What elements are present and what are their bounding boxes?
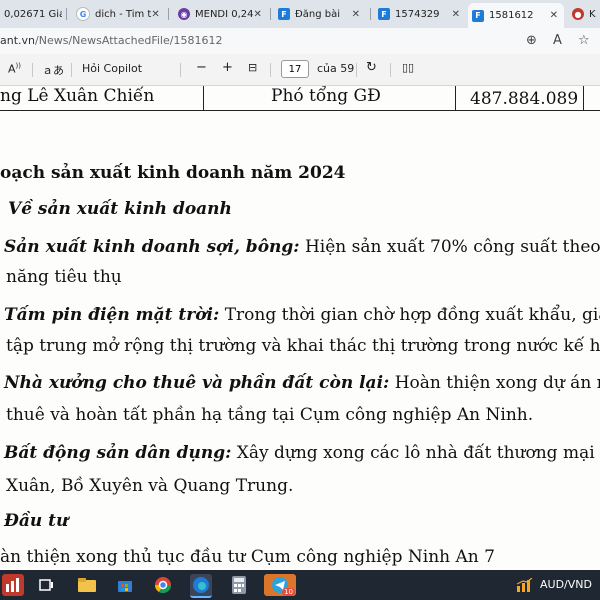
currency-widget-icon[interactable] xyxy=(516,574,534,596)
translate-button[interactable]: ａあ xyxy=(42,62,64,78)
tab-label: K xyxy=(589,8,596,20)
table-divider xyxy=(583,86,584,110)
tab-label: 0,02671 Gia xyxy=(4,8,62,20)
google-icon: G xyxy=(76,7,90,21)
store-icon[interactable] xyxy=(114,574,136,596)
tab-label: Đăng bài xyxy=(295,8,340,20)
table-divider xyxy=(203,86,204,110)
table-cell-name: ng Lê Xuân Chiến xyxy=(0,86,155,106)
page-icon: F xyxy=(378,8,390,20)
table-divider xyxy=(455,86,456,110)
site-icon: ◉ xyxy=(178,8,190,20)
app-icon[interactable] xyxy=(2,574,24,596)
tab-mendi[interactable]: ◉ MENDI 0,24 ✕ xyxy=(174,3,266,25)
paragraph-3-cont: thuê và hoàn tất phần hạ tầng tại Cụm cô… xyxy=(6,405,534,425)
paragraph-2-cont: tập trung mở rộng thị trường và khai thá… xyxy=(6,336,600,356)
url-host: ant.vn xyxy=(0,34,36,47)
read-aloud-icon[interactable]: A xyxy=(553,33,562,48)
subheading-investment: Đầu tư xyxy=(4,511,69,531)
paragraph-5-partial: àn thiện xong thủ tục đầu tư Cụm công ng… xyxy=(0,547,495,567)
site-icon: ● xyxy=(572,8,584,20)
subheading-production: Về sản xuất kinh doanh xyxy=(8,199,232,219)
page-count: của 59 xyxy=(317,62,355,75)
edge-icon[interactable] xyxy=(190,574,212,598)
section-heading: oạch sản xuất kinh doanh năm 2024 xyxy=(0,163,346,183)
page-view-icon[interactable]: ▯▯ xyxy=(402,61,414,74)
tab-1581612[interactable]: F 1581612 ✕ xyxy=(468,3,564,28)
rotate-icon[interactable]: ↻ xyxy=(366,60,377,75)
page-icon: F xyxy=(472,9,484,22)
close-icon[interactable]: ✕ xyxy=(151,9,159,20)
tab-label: MENDI 0,24 xyxy=(195,8,254,20)
paragraph-4: Bất động sản dân dụng: Xây dựng xong các… xyxy=(4,443,600,463)
read-aloud-button[interactable]: A)) xyxy=(8,62,21,76)
url-field[interactable]: ant.vn/News/NewsAttachedFile/1581612 xyxy=(0,34,222,47)
currency-widget-label[interactable]: AUD/VND xyxy=(540,578,592,591)
notification-badge: 10 xyxy=(282,588,295,596)
table-border xyxy=(0,110,600,111)
tab-1574329[interactable]: F 1574329 ✕ xyxy=(374,3,466,25)
paragraph-1: Sản xuất kinh doanh sợi, bông: Hiện sản … xyxy=(4,237,600,257)
zoom-in-button[interactable]: + xyxy=(222,60,233,75)
paragraph-4-cont: Xuân, Bồ Xuyên và Quang Trung. xyxy=(6,476,294,496)
telegram-icon[interactable]: 10 xyxy=(264,574,296,596)
browser-tab-strip: 0,02671 Gia ✕ G dich - Tim t ✕ ◉ MENDI 0… xyxy=(0,0,600,28)
zoom-out-button[interactable]: − xyxy=(196,60,207,75)
tab-label: dich - Tim t xyxy=(95,8,152,20)
task-view-icon[interactable] xyxy=(36,574,58,596)
fit-page-icon[interactable]: ⊟ xyxy=(248,61,257,74)
favorite-star-icon[interactable]: ☆ xyxy=(578,33,590,48)
pdf-page: ng Lê Xuân Chiến Phó tổng GĐ 487.884.089… xyxy=(0,86,600,570)
tab-label: 1574329 xyxy=(395,8,440,20)
paragraph-2: Tấm pin điện mặt trời: Trong thời gian c… xyxy=(4,305,600,325)
calculator-icon[interactable] xyxy=(228,574,250,596)
close-icon[interactable]: ✕ xyxy=(452,9,460,20)
paragraph-1-cont: năng tiêu thụ xyxy=(6,267,122,287)
url-path: /News/NewsAttachedFile/1581612 xyxy=(35,34,223,47)
file-explorer-icon[interactable] xyxy=(76,574,98,596)
pdf-toolbar: A)) ａあ Hỏi Copilot − + ⊟ 17 của 59 ↻ ▯▯ xyxy=(0,54,600,86)
address-bar[interactable]: ant.vn/News/NewsAttachedFile/1581612 ⊕ A… xyxy=(0,28,600,54)
tab-gia[interactable]: 0,02671 Gia ✕ xyxy=(0,3,62,25)
page-icon: F xyxy=(278,8,290,20)
chrome-icon[interactable] xyxy=(152,574,174,596)
table-cell-value: 487.884.089 xyxy=(470,89,579,109)
windows-taskbar: 10 AUD/VND xyxy=(0,570,600,600)
copilot-button[interactable]: Hỏi Copilot xyxy=(82,62,142,75)
tab-dang-bai[interactable]: F Đăng bài ✕ xyxy=(274,3,366,25)
paragraph-3: Nhà xưởng cho thuê và phần đất còn lại: … xyxy=(4,373,600,393)
close-icon[interactable]: ✕ xyxy=(550,10,558,21)
page-number-input[interactable]: 17 xyxy=(281,60,309,78)
zoom-icon[interactable]: ⊕ xyxy=(526,33,537,48)
close-icon[interactable]: ✕ xyxy=(254,9,262,20)
close-icon[interactable]: ✕ xyxy=(352,9,360,20)
tab-label: 1581612 xyxy=(489,10,534,21)
tab-search[interactable]: G dich - Tim t ✕ xyxy=(72,3,164,25)
tab-k[interactable]: ● K xyxy=(568,3,600,25)
table-cell-position: Phó tổng GĐ xyxy=(271,86,381,106)
